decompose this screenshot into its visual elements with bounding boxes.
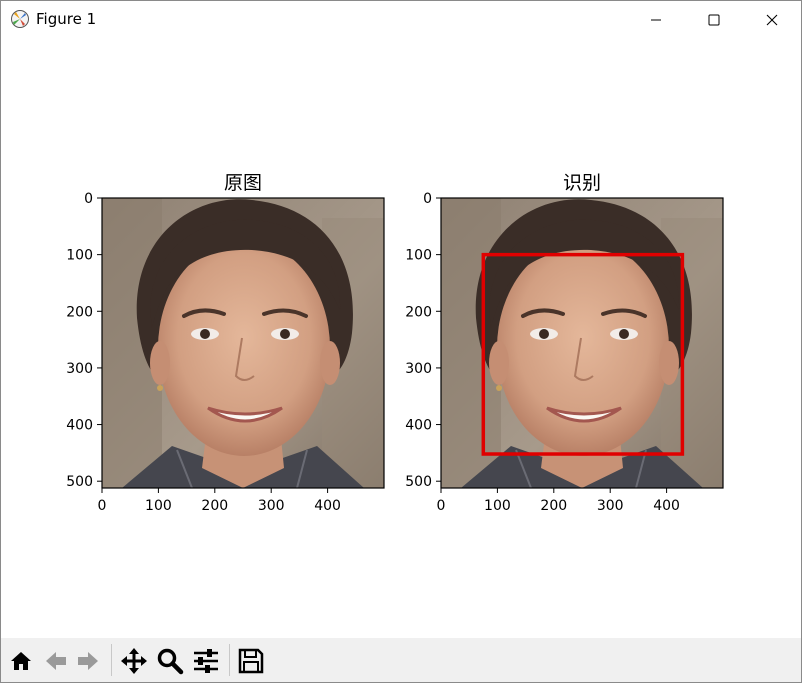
figure-window: Figure 1 原图 0 100 200 300 400 0 100 200 … <box>0 0 802 683</box>
home-icon <box>11 652 31 670</box>
window-title: Figure 1 <box>36 10 97 28</box>
figure-svg: 原图 0 100 200 300 400 0 100 200 300 400 500 识别 0 100 200… <box>66 172 724 514</box>
forward-arrow-icon <box>78 652 98 670</box>
y-tick-label: 500 <box>66 474 93 490</box>
y-tick-label: 0 <box>84 191 93 207</box>
forward-button[interactable] <box>73 646 103 676</box>
minimize-button[interactable] <box>627 1 685 38</box>
face-image <box>102 198 384 488</box>
x-tick-label: 400 <box>653 498 680 514</box>
back-button[interactable] <box>41 646 71 676</box>
y-tick-label: 100 <box>66 248 93 264</box>
maximize-icon <box>708 14 720 25</box>
y-tick-label: 400 <box>405 418 432 434</box>
y-tick-label: 0 <box>423 191 432 207</box>
x-tick-label: 400 <box>314 498 341 514</box>
pan-button[interactable] <box>119 646 149 676</box>
save-icon <box>238 648 264 674</box>
axes-1: 原图 0 100 200 300 400 0 100 200 300 400 500 <box>66 172 385 514</box>
axes-2: 识别 0 100 200 300 400 0 100 200 300 400 500 <box>405 172 724 514</box>
x-tick-label: 200 <box>201 498 228 514</box>
minimize-icon <box>651 19 661 20</box>
x-tick-label: 300 <box>258 498 285 514</box>
x-tick-label: 200 <box>540 498 567 514</box>
maximize-button[interactable] <box>685 1 743 38</box>
y-tick-label: 300 <box>405 361 432 377</box>
x-tick-label: 100 <box>145 498 172 514</box>
x-tick-label: 100 <box>484 498 511 514</box>
back-arrow-icon <box>46 652 66 670</box>
figure-canvas[interactable]: 原图 0 100 200 300 400 0 100 200 300 400 500 识别 0 100 200… <box>1 38 801 638</box>
configure-subplots-button[interactable] <box>191 646 221 676</box>
toolbar-separator <box>111 644 112 676</box>
y-tick-label: 100 <box>405 248 432 264</box>
y-tick-label: 300 <box>66 361 93 377</box>
y-tick-label: 200 <box>405 304 432 320</box>
y-tick-label: 200 <box>66 304 93 320</box>
configure-subplots-icon <box>194 649 218 673</box>
zoom-icon <box>157 648 184 675</box>
y-tick-label: 500 <box>405 474 432 490</box>
matplotlib-icon <box>11 10 29 28</box>
title-bar[interactable]: Figure 1 <box>1 1 801 38</box>
toolbar-separator <box>229 644 230 676</box>
x-tick-label: 300 <box>597 498 624 514</box>
y-tick-label: 400 <box>66 418 93 434</box>
navigation-toolbar <box>1 638 801 682</box>
x-tick-label: 0 <box>437 498 446 514</box>
home-button[interactable] <box>6 646 36 676</box>
axes-title: 识别 <box>563 172 601 194</box>
pan-icon <box>121 648 147 674</box>
close-button[interactable] <box>743 1 801 38</box>
axes-title: 原图 <box>224 172 262 194</box>
close-icon <box>766 14 778 25</box>
save-button[interactable] <box>236 646 266 676</box>
zoom-button[interactable] <box>155 646 185 676</box>
x-tick-label: 0 <box>98 498 107 514</box>
